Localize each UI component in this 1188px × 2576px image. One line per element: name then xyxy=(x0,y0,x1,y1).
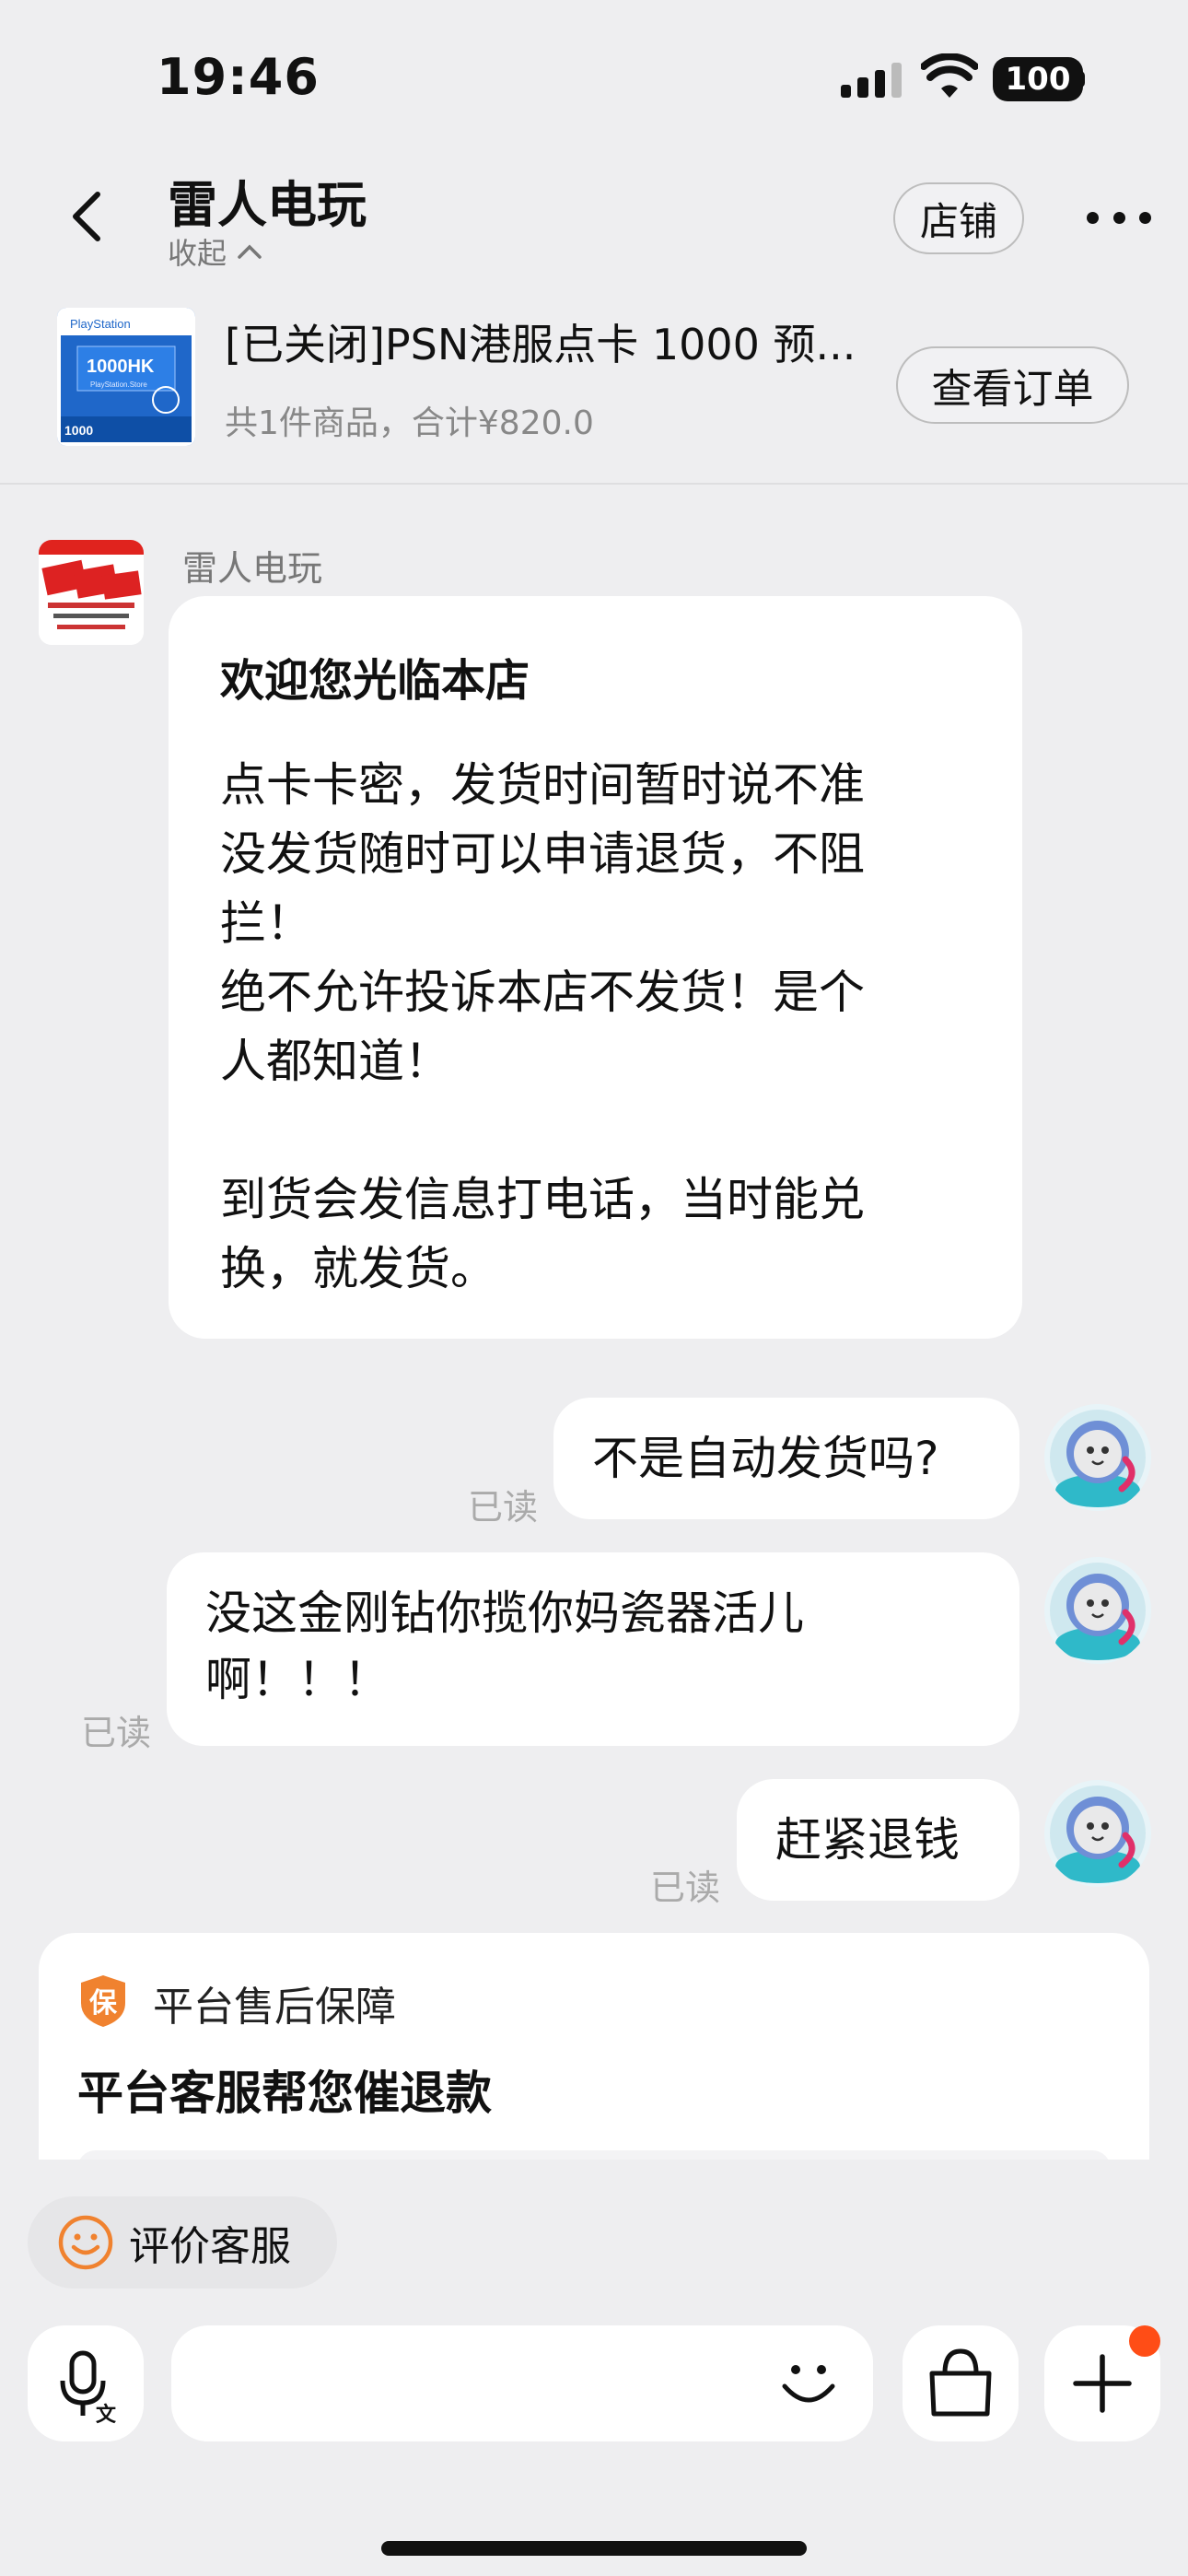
voice-input-button[interactable]: 文 xyxy=(28,2325,144,2441)
message-text: 没这金刚钻你揽你妈瓷器活儿 啊！！！ xyxy=(205,1587,804,1706)
thumb-store: PlayStation.Store xyxy=(90,381,147,389)
thumb-brand: PlayStation xyxy=(70,317,131,331)
status-time: 19:46 xyxy=(157,48,320,106)
battery-nub xyxy=(1077,71,1085,88)
read-receipt: 已读 xyxy=(81,1713,152,1753)
voice-to-text-icon: 文 xyxy=(60,2350,117,2427)
rate-service-button[interactable]: 评价客服 xyxy=(28,2196,337,2289)
user-message-bubble[interactable]: 没这金刚钻你揽你妈瓷器活儿 啊！！！ xyxy=(167,1552,1019,1746)
welcome-body: 点卡卡密，发货时间暂时说不准 没发货随时可以申请退货，不阻 拦！ 绝不允许投诉本… xyxy=(220,758,865,1295)
read-receipt: 已读 xyxy=(468,1487,539,1528)
message-text: 赶紧退钱 xyxy=(775,1813,960,1867)
chevron-up-icon xyxy=(238,244,262,259)
divider xyxy=(0,483,1188,485)
collapse-label: 收起 xyxy=(168,236,227,271)
guarantee-badge: 保 xyxy=(79,1973,127,2029)
shop-avatar[interactable] xyxy=(39,540,144,645)
user-message-bubble[interactable]: 不是自动发货吗? xyxy=(553,1398,1019,1519)
home-indicator xyxy=(381,2541,807,2556)
user-message-bubble[interactable]: 赶紧退钱 xyxy=(737,1779,1019,1901)
guarantee-title: 平台客服帮您催退款 xyxy=(77,2067,492,2120)
thumb-corner: 1000 xyxy=(64,423,93,438)
wifi-icon xyxy=(921,53,978,98)
message-input[interactable] xyxy=(171,2325,873,2441)
smile-icon xyxy=(58,2215,113,2270)
read-receipt: 已读 xyxy=(650,1868,721,1908)
rate-service-label: 评价客服 xyxy=(129,2223,291,2270)
sender-name: 雷人电玩 xyxy=(182,548,323,589)
user-avatar[interactable] xyxy=(1044,1404,1151,1511)
user-avatar[interactable] xyxy=(1044,1780,1151,1887)
guarantee-inner-panel xyxy=(77,2150,1111,2160)
order-title[interactable]: [已关闭]PSN港服点卡 1000 预... xyxy=(225,311,869,372)
message-text: 不是自动发货吗? xyxy=(592,1432,939,1485)
emoji-icon[interactable] xyxy=(772,2348,845,2421)
thumb-amount: 1000HK xyxy=(87,357,155,377)
shop-name[interactable]: 雷人电玩 xyxy=(168,164,367,237)
back-icon[interactable] xyxy=(64,189,111,244)
welcome-message-bubble[interactable]: 欢迎您光临本店 点卡卡密，发货时间暂时说不准 没发货随时可以申请退货，不阻 拦！… xyxy=(169,596,1022,1339)
product-button[interactable] xyxy=(903,2325,1019,2441)
welcome-title: 欢迎您光临本店 xyxy=(220,655,530,707)
notification-dot xyxy=(1129,2325,1160,2357)
collapse-toggle[interactable]: 收起 xyxy=(168,230,263,273)
product-thumbnail[interactable]: PlayStation 1000HK PlayStation.Store 100… xyxy=(57,308,195,446)
shop-button[interactable]: 店铺 xyxy=(893,182,1024,254)
battery-indicator: 100 xyxy=(993,57,1083,101)
user-avatar[interactable] xyxy=(1044,1557,1151,1664)
guarantee-card[interactable]: 保 平台售后保障 平台客服帮您催退款 xyxy=(39,1933,1149,2160)
guarantee-label: 平台售后保障 xyxy=(153,1984,396,2031)
shopping-bag-icon xyxy=(929,2348,992,2417)
order-summary: 共1件商品，合计¥820.0 xyxy=(225,404,594,442)
more-icon[interactable] xyxy=(1087,212,1151,227)
signal-icon xyxy=(841,57,902,98)
view-order-button[interactable]: 查看订单 xyxy=(896,346,1129,424)
svg-text:文: 文 xyxy=(96,2403,117,2427)
svg-text:保: 保 xyxy=(89,1987,118,2020)
